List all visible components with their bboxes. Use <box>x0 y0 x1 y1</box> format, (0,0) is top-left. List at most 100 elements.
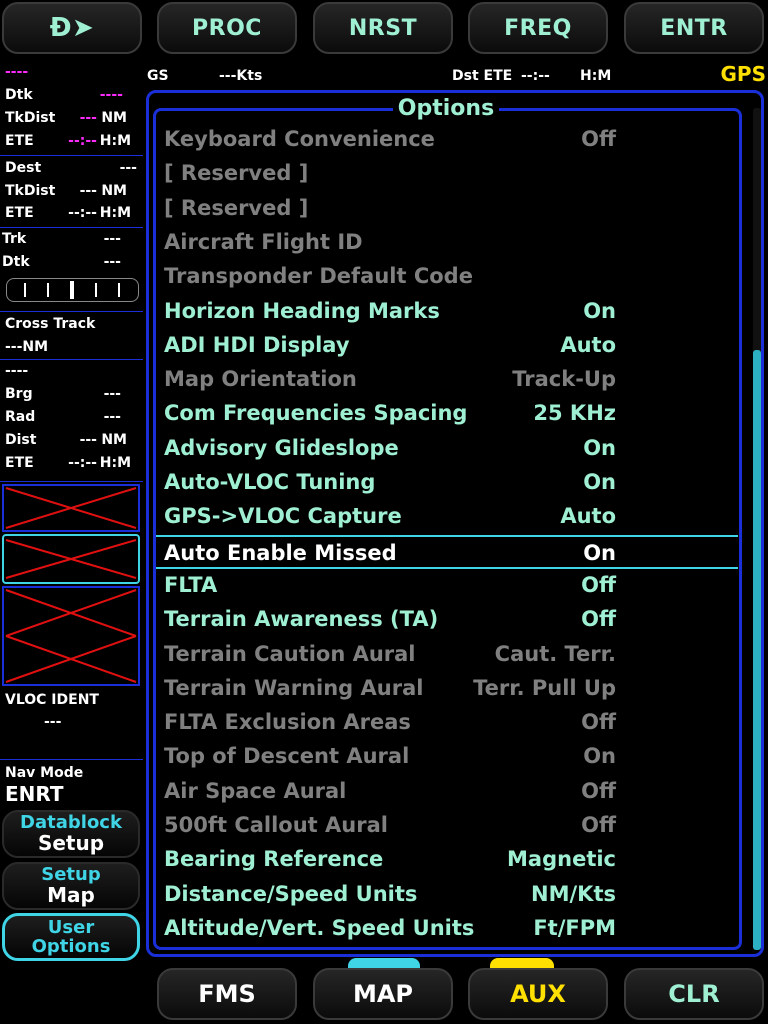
empty-slot-3[interactable] <box>2 586 140 686</box>
scrollbar-thumb[interactable] <box>753 350 761 950</box>
option-value[interactable]: On <box>583 299 616 323</box>
option-row[interactable]: Map Orientation Track-Up <box>156 363 738 397</box>
option-value[interactable]: 25 KHz <box>533 401 616 425</box>
option-value[interactable]: Caut. Terr. <box>495 642 616 666</box>
option-value[interactable]: On <box>583 744 616 768</box>
option-row[interactable]: 500ft Callout Aural Off <box>156 809 738 843</box>
option-value[interactable]: On <box>583 470 616 494</box>
option-row[interactable]: GPS->VLOC Capture Auto <box>156 500 738 534</box>
entr-button[interactable]: ENTR <box>624 2 764 54</box>
option-row[interactable]: Bearing Reference Magnetic <box>156 843 738 877</box>
option-row[interactable]: Transponder Default Code <box>156 260 738 294</box>
option-row[interactable]: [ Reserved ] <box>156 192 738 226</box>
nav-mode-label: Nav Mode <box>5 765 84 781</box>
option-value[interactable]: Off <box>581 779 616 803</box>
empty-slot-1[interactable] <box>2 484 140 532</box>
reference-datablock: ---- Brg --- Rad --- Dist --- NM ETE --:-- H:M <box>0 360 143 482</box>
option-name: ADI HDI Display <box>164 332 350 357</box>
option-row[interactable]: ADI HDI Display Auto <box>156 329 738 363</box>
option-name: 500ft Callout Aural <box>164 813 388 837</box>
option-name: FLTA <box>164 572 218 597</box>
option-row[interactable]: Auto Enable Missed On <box>156 534 738 569</box>
option-name: FLTA Exclusion Areas <box>164 710 411 735</box>
fms-button[interactable]: FMS <box>157 968 297 1020</box>
proc-button[interactable]: PROC <box>157 2 297 54</box>
option-value[interactable]: Off <box>581 607 616 631</box>
dist-dash: --- <box>79 432 97 448</box>
user-options-line1: User <box>47 917 95 938</box>
aux-button[interactable]: AUX <box>468 968 608 1020</box>
status-strip: GS ---Kts Dst ETE --:-- H:M GPS <box>143 62 768 88</box>
datablock-setup-line2: Setup <box>37 831 105 855</box>
setup-map-line2: Map <box>47 883 95 907</box>
left-datablock: ---- Dtk ---- TkDist --- NM ETE --:-- H:M Des… <box>0 58 143 964</box>
dist-unit: NM <box>101 432 127 448</box>
option-value[interactable]: Ft/FPM <box>533 916 616 940</box>
option-value[interactable]: NM/Kts <box>531 882 616 906</box>
option-name: Auto-VLOC Tuning <box>164 470 376 494</box>
option-row[interactable]: Altitude/Vert. Speed Units Ft/FPM <box>156 912 738 946</box>
option-name: Distance/Speed Units <box>164 881 418 906</box>
option-value[interactable]: Off <box>581 813 616 837</box>
option-value[interactable]: On <box>583 541 616 565</box>
option-value[interactable]: Off <box>581 573 616 597</box>
option-row[interactable]: Com Frequencies Spacing 25 KHz <box>156 397 738 431</box>
option-value[interactable]: Off <box>581 127 616 151</box>
datablock-setup-line1: Datablock <box>20 812 122 833</box>
dest-tkdist-label: TkDist <box>5 183 56 199</box>
dest-ete-unit: H:M <box>99 205 131 221</box>
option-name: Auto Enable Missed <box>164 540 397 565</box>
trk-value: --- <box>103 231 121 247</box>
aux-tab-indicator <box>490 958 554 968</box>
cdi-scale <box>6 278 139 302</box>
dest-label: Dest <box>5 160 42 176</box>
option-row[interactable]: Terrain Warning Aural Terr. Pull Up <box>156 672 738 706</box>
setup-map-line1: Setup <box>41 864 101 885</box>
top-softkey-bar: Đ➤ PROC NRST FREQ ENTR <box>0 0 768 58</box>
option-row[interactable]: Auto-VLOC Tuning On <box>156 466 738 500</box>
option-row[interactable]: Aircraft Flight ID <box>156 226 738 260</box>
ref-ete-unit: H:M <box>99 455 131 471</box>
option-row[interactable]: Distance/Speed Units NM/Kts <box>156 878 738 912</box>
nrst-button[interactable]: NRST <box>313 2 453 54</box>
dist-label: Dist <box>5 432 37 448</box>
option-row[interactable]: FLTA Exclusion Areas Off <box>156 706 738 740</box>
option-name: Keyboard Convenience <box>164 127 435 151</box>
dest-tkdist-dash: --- <box>79 183 97 199</box>
option-name: Transponder Default Code <box>164 264 473 289</box>
clr-button[interactable]: CLR <box>624 968 764 1020</box>
option-name: Map Orientation <box>164 367 357 392</box>
option-row[interactable]: Terrain Awareness (TA) Off <box>156 603 738 637</box>
direct-to-button[interactable]: Đ➤ <box>2 2 142 54</box>
map-button[interactable]: MAP <box>313 968 453 1020</box>
option-value[interactable]: Off <box>581 710 616 734</box>
option-row[interactable]: Terrain Caution Aural Caut. Terr. <box>156 638 738 672</box>
empty-slot-2-selected[interactable] <box>2 534 140 584</box>
dtk-label: Dtk <box>5 87 33 103</box>
datablock-setup-button[interactable]: Datablock Setup <box>2 810 140 858</box>
option-row[interactable]: FLTA Off <box>156 569 738 603</box>
option-value[interactable]: Track-Up <box>512 367 616 391</box>
option-row[interactable]: Air Space Aural Off <box>156 775 738 809</box>
option-value[interactable]: Auto <box>560 504 616 528</box>
dest-ete-label: ETE <box>5 205 34 221</box>
option-row[interactable]: Keyboard Convenience Off <box>156 123 738 157</box>
option-row[interactable]: Advisory Glideslope On <box>156 432 738 466</box>
option-value[interactable]: Magnetic <box>507 847 616 871</box>
user-options-button[interactable]: User Options <box>2 913 140 961</box>
option-row[interactable]: Horizon Heading Marks On <box>156 295 738 329</box>
dtk2-value: --- <box>103 254 121 270</box>
option-value[interactable]: On <box>583 436 616 460</box>
option-value[interactable]: Auto <box>560 333 616 357</box>
freq-button[interactable]: FREQ <box>468 2 608 54</box>
option-row[interactable]: [ Reserved ] <box>156 157 738 191</box>
gs-value: ---Kts <box>219 68 263 84</box>
option-row[interactable]: Top of Descent Aural On <box>156 740 738 774</box>
unavailable-icon <box>5 589 137 683</box>
vloc-ident-datablock: VLOC IDENT --- <box>0 688 143 760</box>
option-name: Top of Descent Aural <box>164 744 410 769</box>
setup-map-button[interactable]: Setup Map <box>2 862 140 910</box>
dtk2-label: Dtk <box>2 254 30 270</box>
option-value[interactable]: Terr. Pull Up <box>473 676 616 700</box>
option-name: [ Reserved ] <box>164 161 309 186</box>
